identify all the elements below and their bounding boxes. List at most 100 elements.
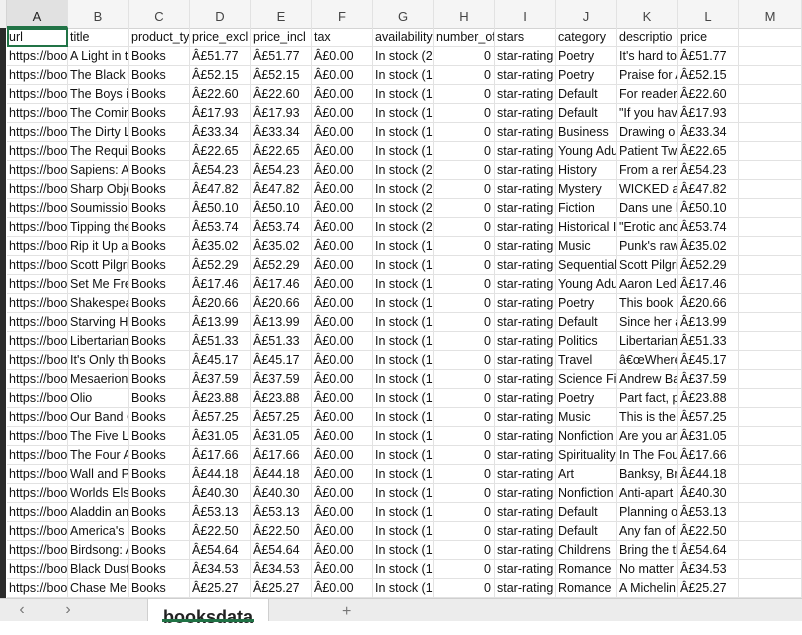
data-cell[interactable]: Books (129, 199, 190, 218)
data-cell[interactable]: This book i (617, 294, 678, 313)
column-header-d[interactable]: D (190, 0, 251, 28)
data-cell[interactable]: 0 (434, 237, 495, 256)
data-cell[interactable]: https://boo (7, 427, 68, 446)
data-cell[interactable]: star-rating (495, 427, 556, 446)
data-cell[interactable]: Mystery (556, 180, 617, 199)
data-cell[interactable]: Books (129, 560, 190, 579)
data-cell[interactable] (739, 47, 802, 66)
data-cell[interactable]: star-rating (495, 180, 556, 199)
data-cell[interactable]: "If you hav (617, 104, 678, 123)
data-cell[interactable]: Â£33.34 (678, 123, 739, 142)
row-header[interactable] (0, 142, 6, 161)
data-cell[interactable]: In stock (1 (373, 256, 434, 275)
data-cell[interactable]: Books (129, 66, 190, 85)
data-cell[interactable]: Black Dust (68, 560, 129, 579)
data-cell[interactable] (739, 123, 802, 142)
data-cell[interactable]: Spirituality (556, 446, 617, 465)
row-header[interactable] (0, 85, 6, 104)
data-cell[interactable]: star-rating (495, 408, 556, 427)
data-cell[interactable]: Music (556, 408, 617, 427)
data-cell[interactable]: Birdsong: A (68, 541, 129, 560)
data-cell[interactable]: star-rating (495, 446, 556, 465)
data-cell[interactable]: Nonfiction (556, 427, 617, 446)
data-cell[interactable]: Â£34.53 (190, 560, 251, 579)
row-header[interactable] (0, 104, 6, 123)
data-cell[interactable]: star-rating (495, 313, 556, 332)
header-cell[interactable]: price (678, 28, 739, 47)
data-cell[interactable]: In stock (1 (373, 66, 434, 85)
data-cell[interactable]: Â£45.17 (678, 351, 739, 370)
row-header[interactable] (0, 47, 6, 66)
data-cell[interactable]: Aladdin an (68, 503, 129, 522)
data-cell[interactable]: Â£0.00 (312, 484, 373, 503)
data-cell[interactable]: Books (129, 484, 190, 503)
data-cell[interactable]: Â£44.18 (251, 465, 312, 484)
column-header-c[interactable]: C (129, 0, 190, 28)
data-cell[interactable]: Â£37.59 (190, 370, 251, 389)
row-header[interactable] (0, 560, 6, 579)
data-cell[interactable]: Â£47.82 (251, 180, 312, 199)
data-cell[interactable] (739, 541, 802, 560)
data-cell[interactable]: Â£54.23 (251, 161, 312, 180)
data-cell[interactable]: Bring the tl (617, 541, 678, 560)
data-cell[interactable]: Default (556, 104, 617, 123)
data-cell[interactable]: No matter (617, 560, 678, 579)
data-cell[interactable]: Â£44.18 (190, 465, 251, 484)
data-cell[interactable]: Planning o (617, 503, 678, 522)
data-cell[interactable]: Â£17.66 (678, 446, 739, 465)
column-header-m[interactable]: M (739, 0, 802, 28)
previous-sheet-icon[interactable]: ‹ (12, 601, 32, 619)
row-header[interactable] (0, 541, 6, 560)
row-header[interactable] (0, 503, 6, 522)
row-header[interactable] (0, 199, 6, 218)
data-cell[interactable]: Â£51.77 (678, 47, 739, 66)
row-header[interactable] (0, 408, 6, 427)
data-cell[interactable]: Â£35.02 (678, 237, 739, 256)
data-cell[interactable]: It's hard to (617, 47, 678, 66)
data-cell[interactable]: Â£40.30 (190, 484, 251, 503)
sheet-tab-booksdata[interactable]: booksdata (147, 599, 269, 627)
data-cell[interactable]: Â£52.29 (251, 256, 312, 275)
data-cell[interactable] (739, 389, 802, 408)
data-cell[interactable]: Politics (556, 332, 617, 351)
data-cell[interactable]: https://boo (7, 332, 68, 351)
data-cell[interactable]: Books (129, 522, 190, 541)
data-cell[interactable]: Â£0.00 (312, 579, 373, 598)
data-cell[interactable]: In stock (1 (373, 85, 434, 104)
data-cell[interactable]: 0 (434, 389, 495, 408)
data-cell[interactable]: In stock (1 (373, 275, 434, 294)
data-cell[interactable]: Â£57.25 (678, 408, 739, 427)
data-cell[interactable]: 0 (434, 408, 495, 427)
data-cell[interactable]: Our Band C (68, 408, 129, 427)
data-cell[interactable]: https://boo (7, 313, 68, 332)
data-cell[interactable]: 0 (434, 313, 495, 332)
data-cell[interactable]: Â£34.53 (678, 560, 739, 579)
data-cell[interactable] (739, 294, 802, 313)
data-cell[interactable]: Â£0.00 (312, 503, 373, 522)
data-cell[interactable]: Anti-apart (617, 484, 678, 503)
data-cell[interactable]: It's Only th (68, 351, 129, 370)
data-cell[interactable]: https://boo (7, 465, 68, 484)
data-cell[interactable]: Wall and P (68, 465, 129, 484)
row-header[interactable] (0, 427, 6, 446)
data-cell[interactable]: https://boo (7, 47, 68, 66)
data-cell[interactable]: Â£0.00 (312, 294, 373, 313)
data-cell[interactable]: 0 (434, 47, 495, 66)
data-cell[interactable]: Books (129, 85, 190, 104)
data-cell[interactable]: Â£0.00 (312, 142, 373, 161)
data-cell[interactable]: Books (129, 408, 190, 427)
data-cell[interactable] (739, 142, 802, 161)
data-cell[interactable]: America's (68, 522, 129, 541)
data-cell[interactable]: Â£0.00 (312, 446, 373, 465)
data-cell[interactable]: 0 (434, 541, 495, 560)
data-cell[interactable]: https://boo (7, 370, 68, 389)
data-cell[interactable]: Â£45.17 (251, 351, 312, 370)
data-cell[interactable]: https://boo (7, 142, 68, 161)
data-cell[interactable]: Â£0.00 (312, 560, 373, 579)
data-cell[interactable]: Â£17.66 (251, 446, 312, 465)
data-cell[interactable]: 0 (434, 256, 495, 275)
data-cell[interactable]: https://boo (7, 180, 68, 199)
data-cell[interactable]: Â£54.64 (190, 541, 251, 560)
data-cell[interactable]: The Black (68, 66, 129, 85)
data-cell[interactable]: Mesaerion (68, 370, 129, 389)
